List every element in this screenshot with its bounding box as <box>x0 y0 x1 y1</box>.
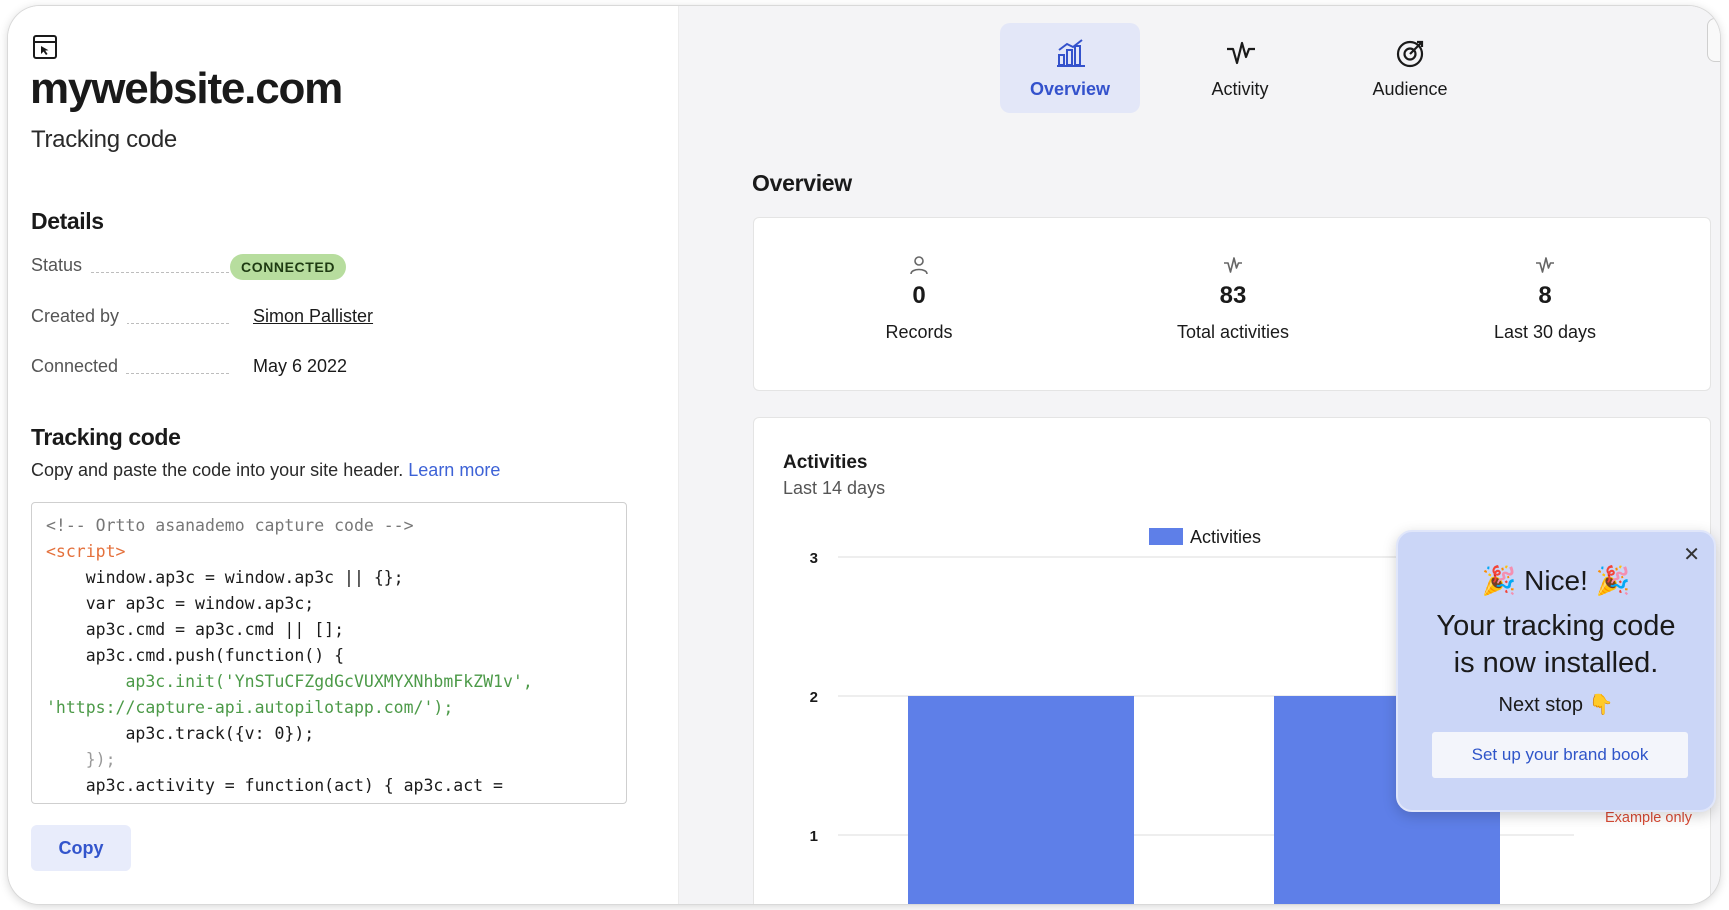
page-subtitle: Tracking code <box>31 126 177 153</box>
stat-last-30-days-label: Last 30 days <box>1493 322 1597 342</box>
scrollbar-handle[interactable] <box>1707 18 1720 62</box>
popup-message-line-2: is now installed. <box>1453 647 1659 679</box>
code-line: ap3c.activity = function(act) { ap3c.act… <box>46 776 503 795</box>
code-line: <script> <box>46 542 126 561</box>
tab-audience-label: Audience <box>1372 79 1448 99</box>
overview-heading: Overview <box>752 170 852 196</box>
code-line: }); <box>46 750 116 769</box>
tab-activity-label: Activity <box>1211 79 1269 99</box>
code-line: 'https://capture-api.autopilotapp.com/')… <box>46 698 454 717</box>
popup-next-stop: Next stop 👇 <box>1498 694 1614 716</box>
legend-swatch <box>1149 528 1183 545</box>
tab-audience[interactable]: Audience <box>1340 23 1480 113</box>
stat-last-30-days-value: 8 <box>1538 282 1552 309</box>
bar <box>908 696 1134 904</box>
copy-button[interactable]: Copy <box>31 825 131 871</box>
stat-last-30-days: 8 Last 30 days <box>1415 254 1675 343</box>
status-badge: CONNECTED <box>230 254 347 280</box>
y-tick-label: 1 <box>810 828 818 845</box>
target-icon <box>1396 40 1424 68</box>
stat-records-value: 0 <box>912 282 926 309</box>
popup-message-line-1: Your tracking code <box>1436 610 1676 642</box>
success-popup: ✕ 🎉 Nice! 🎉 Your tracking code is now in… <box>1396 530 1716 812</box>
tracking-code-heading: Tracking code <box>31 424 181 450</box>
stat-total-activities-label: Total activities <box>1176 322 1290 342</box>
stat-records-label: Records <box>885 322 953 342</box>
status-label: Status <box>31 255 91 276</box>
code-line: ap3c.cmd = ap3c.cmd || []; <box>46 620 345 639</box>
person-icon <box>910 256 928 275</box>
example-only-note: Example only <box>1604 810 1692 826</box>
created-by-link[interactable]: Simon Pallister <box>253 306 373 327</box>
details-heading: Details <box>31 208 104 234</box>
stat-total-activities: 83 Total activities <box>1103 254 1363 343</box>
bar-chart-icon <box>1057 39 1085 67</box>
popup-message: Your tracking code is now installed. <box>1408 608 1704 682</box>
y-tick-label: 3 <box>810 550 818 567</box>
stats-card: 0 Records 83 Total activities 8 Last 30 … <box>753 217 1711 391</box>
y-tick-label: 2 <box>810 689 818 706</box>
created-by-label: Created by <box>31 306 128 327</box>
connected-label: Connected <box>31 356 127 377</box>
activity-pulse-icon <box>1224 257 1242 273</box>
code-line: ap3c.track({v: 0}); <box>46 724 315 743</box>
tracking-description-text: Copy and paste the code into your site h… <box>31 460 404 480</box>
page-title: mywebsite.com <box>30 64 343 113</box>
tab-activity[interactable]: Activity <box>1170 23 1310 113</box>
connected-row: Connected May 6 2022 <box>31 356 361 382</box>
activity-pulse-icon <box>1227 41 1255 65</box>
tab-overview-label: Overview <box>1029 79 1111 99</box>
app-window: mywebsite.com Tracking code Details Stat… <box>8 6 1720 904</box>
activity-pulse-icon <box>1536 257 1554 273</box>
browser-window-icon <box>33 35 57 59</box>
code-line: <!-- Ortto asanademo capture code --> <box>46 516 414 535</box>
code-line: var ap3c = window.ap3c; <box>46 594 315 613</box>
tracking-code-block[interactable]: <!-- Ortto asanademo capture code --> <s… <box>31 502 627 804</box>
tracking-description: Copy and paste the code into your site h… <box>31 460 500 481</box>
stat-total-activities-value: 83 <box>1219 282 1247 309</box>
tracking-code-panel: mywebsite.com Tracking code Details Stat… <box>8 6 679 904</box>
code-line: ap3c.init('YnSTuCFZgdGcVUXMYXNhbmFkZW1v'… <box>46 672 533 691</box>
popup-heading: 🎉 Nice! 🎉 <box>1481 565 1631 596</box>
legend-label: Activities <box>1190 527 1261 547</box>
set-up-brand-book-button[interactable]: Set up your brand book <box>1432 732 1688 778</box>
stat-records: 0 Records <box>789 254 1049 343</box>
code-line: window.ap3c = window.ap3c || {}; <box>46 568 404 587</box>
connected-date: May 6 2022 <box>253 356 348 376</box>
learn-more-link[interactable]: Learn more <box>408 460 500 480</box>
tab-overview[interactable]: Overview <box>1000 23 1140 113</box>
created-by-row: Created by Simon Pallister <box>31 306 373 332</box>
code-line: ap3c.cmd.push(function() { <box>46 646 345 665</box>
